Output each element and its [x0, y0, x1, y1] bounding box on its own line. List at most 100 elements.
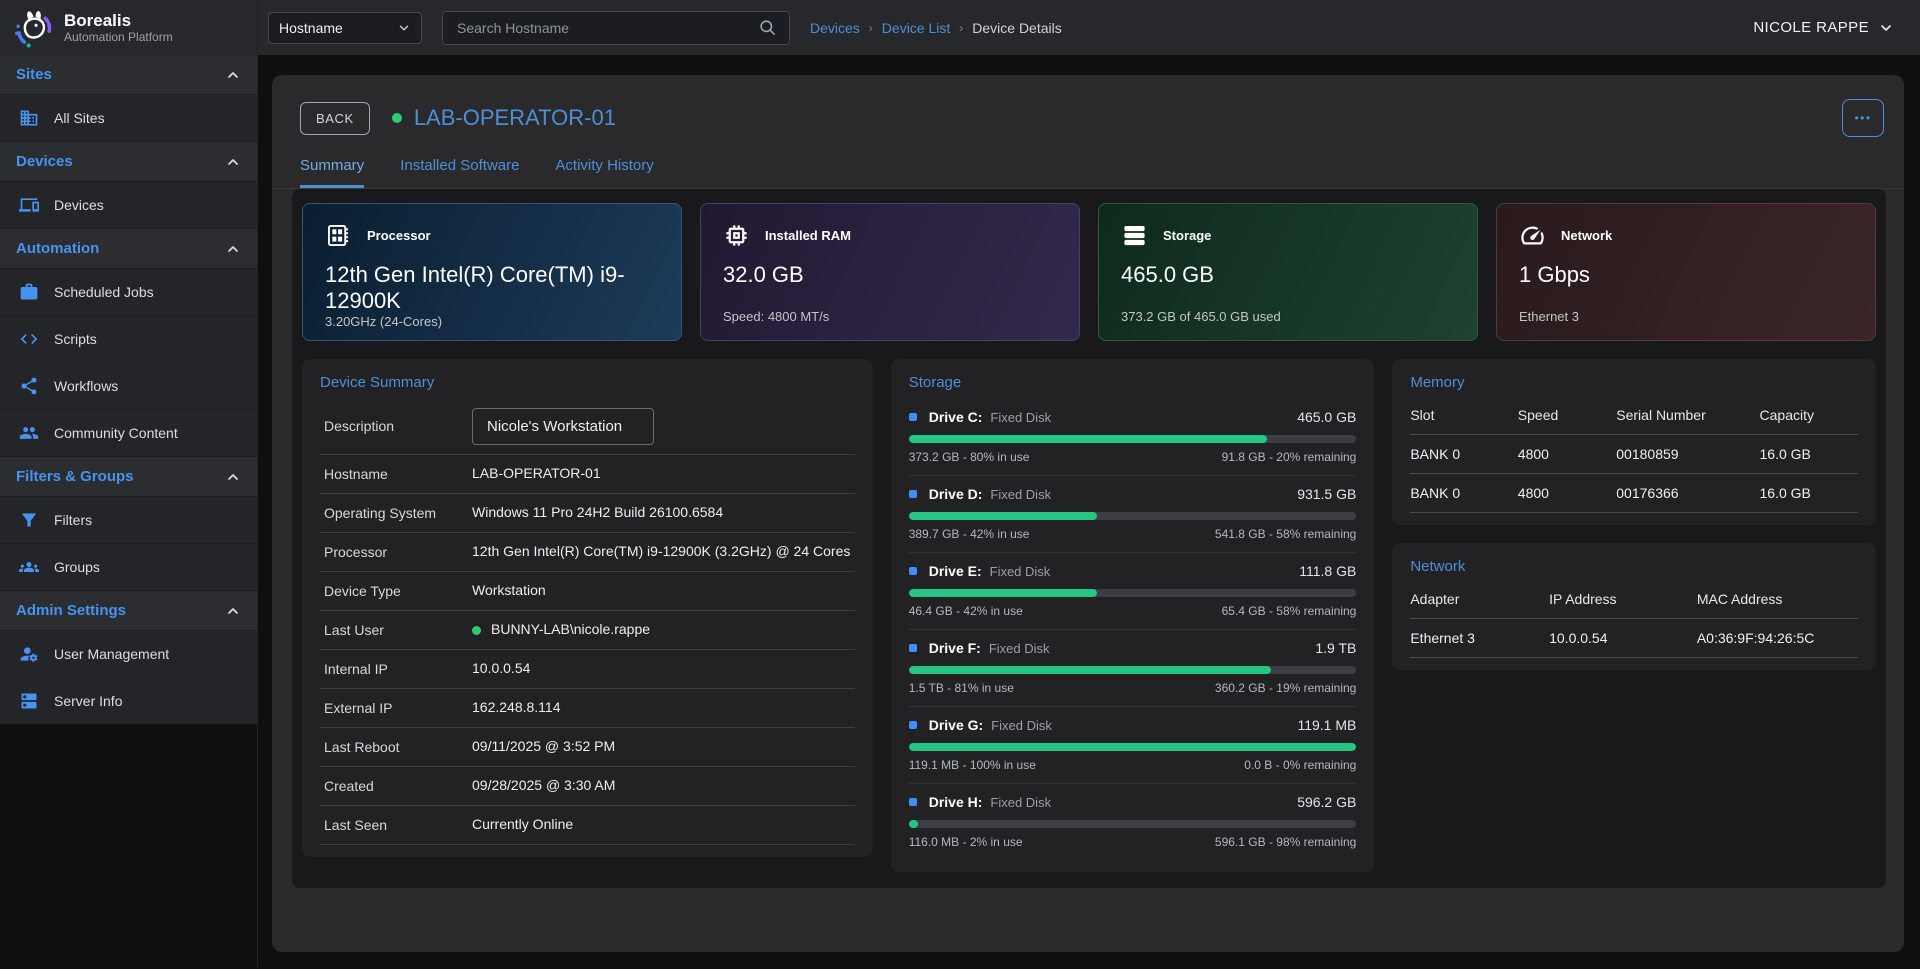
summary-row-label: Last User [324, 621, 472, 639]
sidebar-item-label: Server Info [54, 693, 122, 709]
sidebar-item-label: Scripts [54, 331, 97, 347]
sidebar-item-label: Groups [54, 559, 100, 575]
tab-summary[interactable]: Summary [300, 157, 364, 188]
storage-panel-title: Storage [909, 374, 1357, 391]
drive-usage-fill [909, 743, 1357, 751]
sidebar-section-filters-groups[interactable]: Filters & Groups [0, 456, 257, 496]
table-row: BANK 048000017636616.0 GB [1410, 474, 1858, 513]
summary-row-last-reboot: Last Reboot09/11/2025 @ 3:52 PM [320, 728, 855, 767]
content-area: BACK LAB-OPERATOR-01 ••• SummaryInstalle… [258, 55, 1920, 969]
drive-total: 1.9 TB [1315, 640, 1356, 656]
brand-subtitle: Automation Platform [64, 30, 173, 44]
memory-panel-title: Memory [1410, 374, 1858, 391]
sidebar-section-devices[interactable]: Devices [0, 141, 257, 181]
sidebar-section-sites[interactable]: Sites [0, 55, 257, 94]
tab-activity-history[interactable]: Activity History [555, 157, 653, 188]
stat-card-storage: Storage465.0 GB373.2 GB of 465.0 GB used [1098, 203, 1478, 341]
stat-card-label: Network [1561, 228, 1612, 243]
drive-bullet-icon [909, 413, 917, 421]
column-header-capacity: Capacity [1760, 399, 1858, 435]
sidebar-item-all-sites[interactable]: All Sites [0, 94, 257, 141]
drive-type: Fixed Disk [990, 410, 1051, 425]
sidebar-item-scripts[interactable]: Scripts [0, 315, 257, 362]
drive-bullet-icon [909, 721, 917, 729]
summary-row-label: Description [324, 417, 472, 435]
description-input[interactable] [472, 408, 654, 445]
sidebar: Borealis Automation Platform Sites All Si… [0, 0, 258, 967]
summary-row-label: Last Reboot [324, 738, 472, 756]
sidebar-item-filters[interactable]: Filters [0, 496, 257, 543]
sidebar-section-automation[interactable]: Automation [0, 228, 257, 268]
app-root: Borealis Automation Platform Sites All Si… [0, 0, 1920, 967]
drive-usage-bar [909, 743, 1357, 751]
table-row: Ethernet 310.0.0.54A0:36:9F:94:26:5C [1410, 619, 1858, 658]
sidebar-section-label: Admin Settings [16, 602, 126, 619]
sidebar-item-workflows[interactable]: Workflows [0, 362, 257, 409]
stat-card-footer: 373.2 GB of 465.0 GB used [1121, 309, 1455, 324]
sidebar-section-label: Sites [16, 66, 52, 83]
summary-row-value: Workstation [472, 581, 546, 601]
column-header-speed: Speed [1518, 399, 1616, 435]
sidebar-item-devices[interactable]: Devices [0, 181, 257, 228]
sidebar-item-user-management[interactable]: User Management [0, 630, 257, 677]
drive-usage-bar [909, 589, 1357, 597]
column-header-adapter: Adapter [1410, 583, 1549, 619]
table-cell: 16.0 GB [1760, 435, 1858, 474]
drive-total: 596.2 GB [1297, 794, 1356, 810]
detail-panels: Device Summary DescriptionHostnameLAB-OP… [300, 341, 1878, 872]
code-icon [19, 329, 39, 349]
user-menu[interactable]: NICOLE RAPPE [1753, 19, 1894, 36]
summary-row-created: Created09/28/2025 @ 3:30 AM [320, 767, 855, 806]
column-header-slot: Slot [1410, 399, 1517, 435]
drive-remaining: 0.0 B - 0% remaining [1244, 758, 1356, 772]
drive-usage-bar [909, 512, 1357, 520]
summary-row-operating-system: Operating SystemWindows 11 Pro 24H2 Buil… [320, 494, 855, 533]
memory-panel: Memory SlotSpeedSerial NumberCapacityBAN… [1392, 359, 1876, 525]
table-cell: 10.0.0.54 [1549, 619, 1697, 658]
summary-row-label: Last Seen [324, 816, 472, 834]
column-header-ip-address: IP Address [1549, 583, 1697, 619]
tab-installed-software[interactable]: Installed Software [400, 157, 519, 188]
sidebar-item-community-content[interactable]: Community Content [0, 409, 257, 456]
device-details-card: BACK LAB-OPERATOR-01 ••• SummaryInstalle… [272, 75, 1904, 952]
drive-name: Drive E: [929, 563, 982, 579]
drive-bullet-icon [909, 490, 917, 498]
search-input[interactable] [455, 19, 758, 37]
summary-row-value: 162.248.8.114 [472, 698, 561, 718]
sidebar-item-scheduled-jobs[interactable]: Scheduled Jobs [0, 268, 257, 315]
summary-row-last-user: Last UserBUNNY-LAB\nicole.rappe [320, 611, 855, 650]
more-actions-button[interactable]: ••• [1842, 99, 1884, 137]
speedometer-icon [1519, 222, 1546, 249]
brand-name: Borealis [64, 11, 173, 31]
stat-card-processor: Processor12th Gen Intel(R) Core(TM) i9-1… [302, 203, 682, 341]
topbar: Hostname Devices›Device List›Device Deta… [258, 0, 1920, 55]
breadcrumb-device-list[interactable]: Device List [882, 20, 950, 36]
drive-usage-bar [909, 435, 1357, 443]
stat-card-network: Network1 GbpsEthernet 3 [1496, 203, 1876, 341]
summary-row-value: 09/11/2025 @ 3:52 PM [472, 737, 615, 757]
table-row: BANK 048000018085916.0 GB [1410, 435, 1858, 474]
chevron-up-icon [225, 603, 241, 619]
breadcrumb-devices[interactable]: Devices [810, 20, 860, 36]
cpu-icon [325, 222, 352, 249]
breadcrumb-separator: › [959, 21, 963, 35]
search-field-dropdown[interactable]: Hostname [268, 12, 422, 44]
sidebar-section-admin-settings[interactable]: Admin Settings [0, 590, 257, 630]
stat-cards: Processor12th Gen Intel(R) Core(TM) i9-1… [300, 201, 1878, 341]
back-button[interactable]: BACK [300, 102, 370, 135]
drive-remaining: 360.2 GB - 19% remaining [1215, 681, 1356, 695]
drive-used: 46.4 GB - 42% in use [909, 604, 1023, 618]
sidebar-item-server-info[interactable]: Server Info [0, 677, 257, 724]
summary-tab-content: Processor12th Gen Intel(R) Core(TM) i9-1… [292, 189, 1886, 888]
storage-drive-list: Drive C:Fixed Disk465.0 GB373.2 GB - 80%… [909, 399, 1357, 860]
breadcrumb-device-details: Device Details [972, 20, 1061, 36]
column-header-mac-address: MAC Address [1697, 583, 1858, 619]
column-header-serial-number: Serial Number [1616, 399, 1759, 435]
stat-card-value: 465.0 GB [1121, 262, 1455, 288]
drive-name: Drive D: [929, 486, 983, 502]
drive-used: 116.0 MB - 2% in use [909, 835, 1023, 849]
people-icon [19, 423, 39, 443]
drive-total: 119.1 MB [1297, 717, 1356, 733]
sidebar-item-groups[interactable]: Groups [0, 543, 257, 590]
drive-used: 389.7 GB - 42% in use [909, 527, 1030, 541]
